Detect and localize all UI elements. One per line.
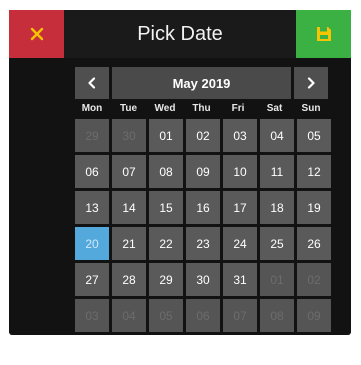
day-cell-outside-month: 09 <box>297 299 331 332</box>
day-cell[interactable]: 19 <box>297 191 331 224</box>
dialog-title: Pick Date <box>137 23 223 45</box>
day-cell-selected[interactable]: 20 <box>75 227 109 260</box>
dialog-header: Pick Date <box>9 10 351 58</box>
day-cell-outside-month: 06 <box>186 299 220 332</box>
chevron-left-icon <box>88 77 96 89</box>
day-cell[interactable]: 26 <box>297 227 331 260</box>
day-cell[interactable]: 05 <box>297 119 331 152</box>
day-cell[interactable]: 03 <box>223 119 257 152</box>
day-cell-outside-month: 05 <box>149 299 183 332</box>
close-button[interactable] <box>9 10 64 58</box>
next-month-button[interactable] <box>294 67 328 99</box>
day-cell-outside-month: 07 <box>223 299 257 332</box>
chevron-right-icon <box>307 77 315 89</box>
day-cell[interactable]: 21 <box>112 227 146 260</box>
day-cell[interactable]: 07 <box>112 155 146 188</box>
previous-month-button[interactable] <box>75 67 109 99</box>
day-cell[interactable]: 01 <box>149 119 183 152</box>
weekday-label: Mon <box>81 103 103 114</box>
day-cell[interactable]: 29 <box>149 263 183 296</box>
day-cell[interactable]: 12 <box>297 155 331 188</box>
day-cell[interactable]: 06 <box>75 155 109 188</box>
day-cell[interactable]: 23 <box>186 227 220 260</box>
weekday-header-row: Mon Tue Wed Thu Fri Sat Sun <box>75 102 328 116</box>
day-cell-outside-month: 02 <box>297 263 331 296</box>
floppy-disk-icon <box>316 27 331 41</box>
save-button[interactable] <box>296 10 351 58</box>
day-cell[interactable]: 18 <box>260 191 294 224</box>
day-cell[interactable]: 08 <box>149 155 183 188</box>
day-cell-outside-month: 01 <box>260 263 294 296</box>
day-cell[interactable]: 09 <box>186 155 220 188</box>
day-cell-outside-month: 30 <box>112 119 146 152</box>
weekday-label: Tue <box>119 103 138 114</box>
day-cell[interactable]: 24 <box>223 227 257 260</box>
weekday-label: Thu <box>192 103 211 114</box>
day-cell-outside-month: 08 <box>260 299 294 332</box>
weekday-label: Sat <box>266 103 283 114</box>
weekday-label: Sun <box>301 103 321 114</box>
day-cell-outside-month: 29 <box>75 119 109 152</box>
weekday-label: Fri <box>231 103 245 114</box>
day-cell[interactable]: 11 <box>260 155 294 188</box>
day-cell[interactable]: 17 <box>223 191 257 224</box>
day-cell[interactable]: 04 <box>260 119 294 152</box>
x-icon <box>30 27 43 41</box>
date-picker-dialog: Pick Date May 2019 Mon Tue Wed Thu Fri Sat Sun… <box>9 10 351 335</box>
day-cell[interactable]: 02 <box>186 119 220 152</box>
day-cell[interactable]: 14 <box>112 191 146 224</box>
day-cell[interactable]: 31 <box>223 263 257 296</box>
day-cell[interactable]: 10 <box>223 155 257 188</box>
day-cell[interactable]: 22 <box>149 227 183 260</box>
day-cell[interactable]: 30 <box>186 263 220 296</box>
day-cell[interactable]: 27 <box>75 263 109 296</box>
day-cell-outside-month: 03 <box>75 299 109 332</box>
day-cell[interactable]: 16 <box>186 191 220 224</box>
day-grid: 29 30 01 02 03 04 05 06 07 08 09 10 11 12 13 14 15 16 17 18… <box>75 119 331 332</box>
day-cell[interactable]: 28 <box>112 263 146 296</box>
day-cell-outside-month: 04 <box>112 299 146 332</box>
day-cell[interactable]: 25 <box>260 227 294 260</box>
month-year-label[interactable]: May 2019 <box>112 67 291 99</box>
day-cell[interactable]: 15 <box>149 191 183 224</box>
day-cell[interactable]: 13 <box>75 191 109 224</box>
weekday-label: Wed <box>154 103 176 114</box>
